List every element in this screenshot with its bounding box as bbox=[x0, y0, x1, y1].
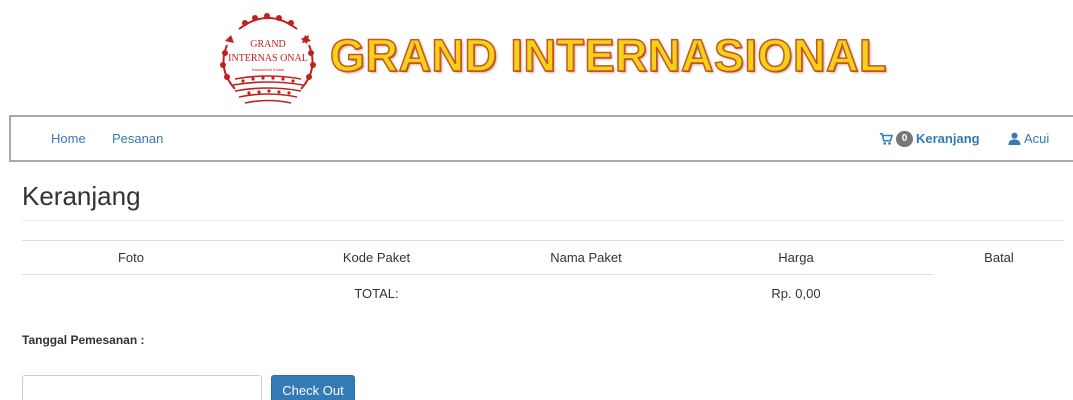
user-icon bbox=[1008, 132, 1021, 145]
top-navbar: Home Pesanan 0 Keranjang Acui bbox=[9, 115, 1073, 162]
emblem-line2: INTERNAS ONAL bbox=[228, 53, 308, 64]
brand-title: GRAND INTERNASIONAL bbox=[329, 29, 887, 82]
order-date-input[interactable] bbox=[22, 375, 262, 400]
site-header: GRAND INTERNAS ONAL Kasambuni Kuliah GRA… bbox=[0, 0, 1073, 113]
page-title: Keranjang bbox=[22, 181, 141, 211]
nav-pesanan-link[interactable]: Pesanan bbox=[112, 117, 163, 160]
grand-internasional-logo: GRAND INTERNAS ONAL Kasambuni Kuliah bbox=[220, 13, 316, 104]
cart-icon bbox=[879, 132, 893, 145]
title-divider bbox=[22, 220, 1064, 221]
nav-cart-link[interactable]: 0 Keranjang bbox=[879, 117, 980, 160]
total-label: TOTAL: bbox=[354, 286, 399, 301]
column-header-batal: Batal bbox=[984, 250, 1014, 265]
nav-user-link[interactable]: Acui bbox=[1008, 117, 1049, 160]
emblem-line1: GRAND bbox=[250, 39, 286, 50]
nav-home-link[interactable]: Home bbox=[51, 117, 86, 160]
cart-label: Keranjang bbox=[916, 131, 980, 146]
table-header-rule bbox=[22, 274, 934, 275]
column-header-nama-paket: Nama Paket bbox=[550, 250, 622, 265]
user-label: Acui bbox=[1024, 131, 1050, 146]
order-date-label: Tanggal Pemesanan : bbox=[22, 333, 145, 347]
column-header-harga: Harga bbox=[778, 250, 814, 265]
cart-count-badge: 0 bbox=[896, 130, 913, 147]
column-header-foto: Foto bbox=[117, 250, 144, 265]
column-header-kode-paket: Kode Paket bbox=[342, 250, 411, 265]
total-value: Rp. 0,00 bbox=[771, 286, 821, 301]
checkout-button[interactable]: Check Out bbox=[271, 375, 355, 400]
emblem-tagline: Kasambuni Kuliah bbox=[252, 67, 284, 72]
table-top-rule bbox=[22, 240, 1064, 241]
